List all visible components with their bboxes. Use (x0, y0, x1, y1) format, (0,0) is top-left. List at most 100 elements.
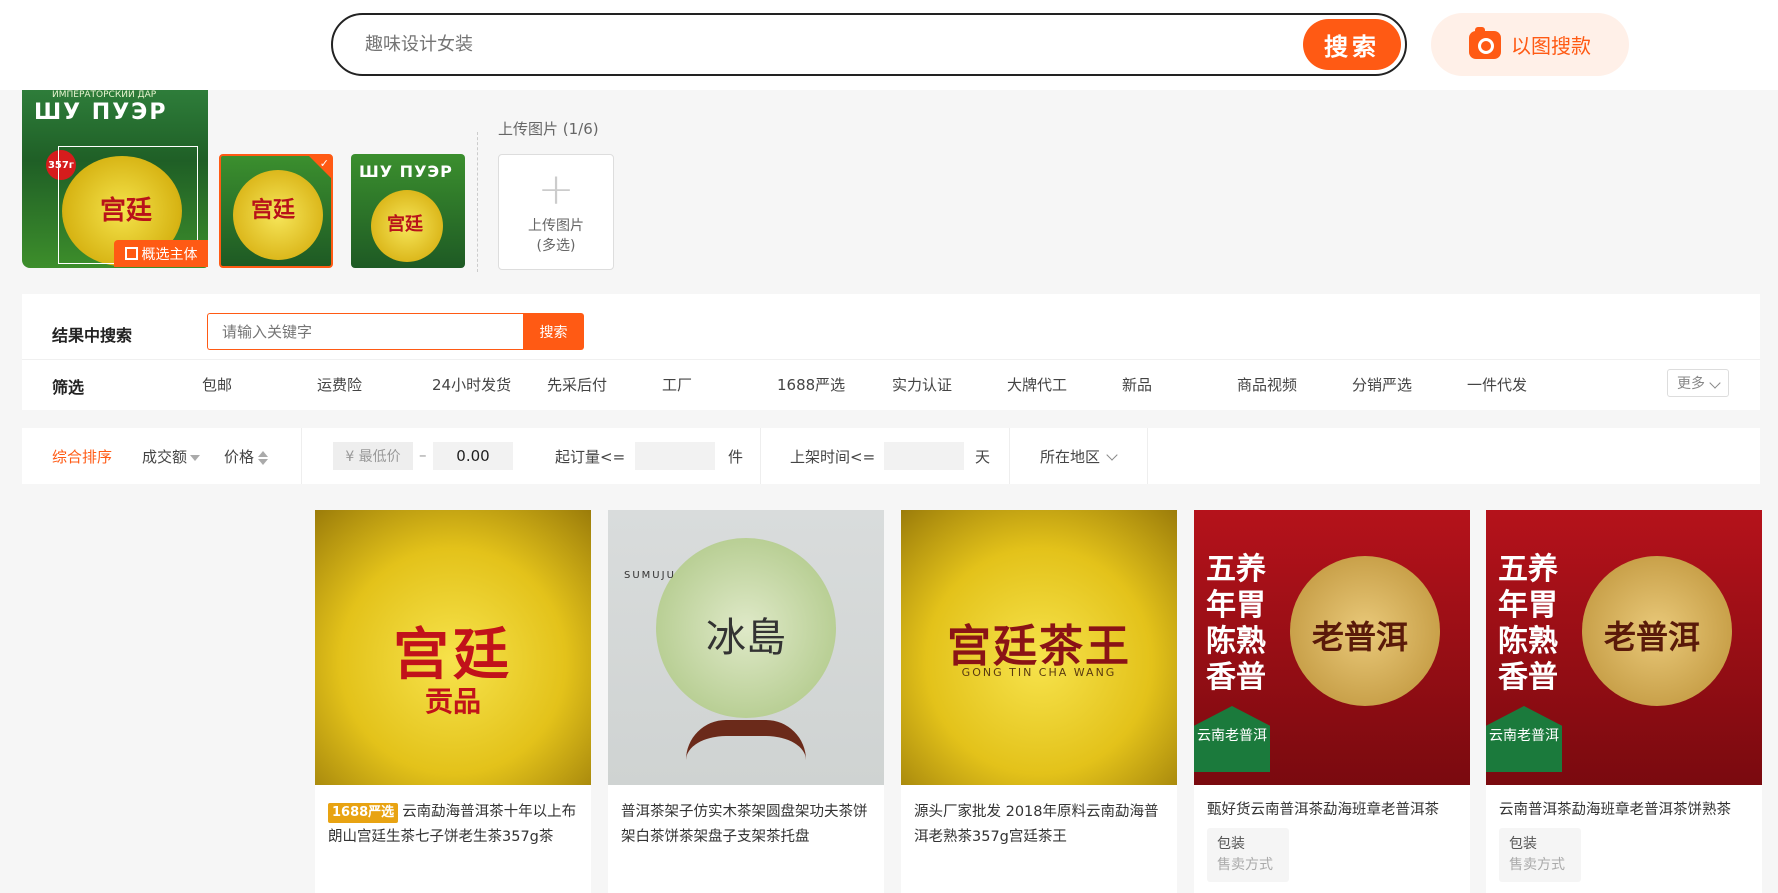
filter-panel: 结果中搜索 搜索 筛选 包邮 运费险 24小时发货 先采后付 工厂 1688严选… (22, 294, 1760, 410)
crop-label: 概选主体 (141, 246, 198, 263)
listed-time-unit: 天 (975, 448, 991, 466)
sort-bar: 综合排序 成交额 价格 ¥ 最低价 – 0.00 起订量<= 件 上架时间<= … (22, 428, 1760, 484)
image-text: 冰島 (706, 615, 786, 661)
product-title[interactable]: 甄好货云南普洱茶勐海班章老普洱茶 (1207, 798, 1459, 823)
product-image[interactable]: 宫廷茶王 GONG TIN CHA WANG (901, 510, 1177, 785)
stand-art (686, 720, 806, 760)
sort-updown-icon (258, 450, 269, 466)
image-subtext: 贡品 (424, 685, 481, 718)
filter-oem[interactable]: 大牌代工 (1007, 374, 1067, 395)
filter-dropship[interactable]: 一件代发 (1467, 374, 1527, 395)
sort-price[interactable]: 价格 (224, 446, 269, 467)
filter-video[interactable]: 商品视频 (1237, 374, 1297, 395)
search-input[interactable] (365, 15, 1245, 74)
region-dropdown[interactable]: 所在地区 (1040, 446, 1118, 467)
product-image[interactable]: 冰島 SUMUJU (608, 510, 884, 785)
filter-buy-now-pay-later[interactable]: 先采后付 (547, 374, 607, 395)
product-title[interactable]: 普洱茶架子仿实木茶架圆盘架功夫茶饼架白茶饼茶架盘子支架茶托盘 (621, 800, 873, 850)
product-image[interactable]: 宫廷 贡品 (315, 510, 591, 785)
product-image[interactable]: 五养年胃陈熟香普 老普洱 云南老普洱 (1194, 510, 1470, 785)
image-slogan: 五养年胃陈熟香普 (1206, 552, 1266, 695)
more-filters-button[interactable]: 更多 (1667, 369, 1729, 397)
filter-distribution[interactable]: 分销严选 (1352, 374, 1412, 395)
camera-icon (1469, 26, 1501, 59)
image-subtext: GONG TIN CHA WANG (961, 666, 1117, 679)
spec-sub: 售卖方式 (1217, 857, 1273, 873)
moq-label: 起订量<= (555, 448, 626, 466)
image-slogan: 五养年胃陈熟香普 (1498, 552, 1558, 695)
filter-freight-insurance[interactable]: 运费险 (317, 374, 362, 395)
upload-count-label: 上传图片 (1/6) (498, 120, 599, 138)
crop-icon (124, 247, 138, 260)
chevron-down-icon (1106, 449, 1118, 461)
product-card[interactable]: 冰島 SUMUJU 普洱茶架子仿实木茶架圆盘架功夫茶饼架白茶饼茶架盘子支架茶托盘 (608, 510, 884, 893)
crop-subject-button[interactable]: 概选主体 (114, 240, 208, 267)
image-text: 老普洱 (1604, 618, 1701, 656)
moq-unit: 件 (728, 448, 744, 466)
product-title[interactable]: 云南普洱茶勐海班章老普洱茶饼熟茶 (1499, 798, 1751, 823)
filter-24h-shipping[interactable]: 24小时发货 (432, 374, 511, 395)
separator (1009, 428, 1010, 484)
filter-free-shipping[interactable]: 包邮 (202, 374, 232, 395)
filter-factory[interactable]: 工厂 (662, 374, 692, 395)
image-text: 宫廷茶王 (947, 621, 1131, 672)
product-title[interactable]: 源头厂家批发 2018年原料云南勐海普洱老熟茶357g宫廷茶王 (914, 800, 1166, 850)
price-dash: – (419, 446, 427, 464)
product-title[interactable]: 1688严选 云南勐海普洱茶十年以上布朗山宫廷生茶七子饼老生茶357g茶 (328, 800, 580, 850)
spec-box[interactable]: 包装 售卖方式 (1207, 828, 1289, 882)
separator (301, 428, 302, 484)
image-text: 宫廷 (393, 623, 513, 688)
filter-label: 筛选 (52, 378, 85, 397)
region-label: 所在地区 (1040, 448, 1101, 466)
image-search-label: 以图搜款 (1511, 34, 1591, 58)
separator (1147, 428, 1148, 484)
price-max-input[interactable]: 0.00 (433, 442, 513, 470)
search-in-results-label: 结果中搜索 (52, 326, 133, 345)
sort-comprehensive[interactable]: 综合排序 (52, 446, 112, 467)
brand-text: SUMUJU (624, 570, 676, 581)
image-small-text: ИМПЕРАТОРСКИЙ ДАР (52, 90, 157, 100)
sort-volume[interactable]: 成交额 (142, 446, 201, 467)
keyword-search-button[interactable]: 搜索 (523, 313, 584, 350)
product-card[interactable]: 宫廷 贡品 1688严选 云南勐海普洱茶十年以上布朗山宫廷生茶七子饼老生茶357g… (315, 510, 591, 893)
cake-text: 宫廷 (251, 198, 296, 223)
separator (760, 428, 761, 484)
price-min-input[interactable]: ¥ 最低价 (333, 442, 413, 470)
filter-certified[interactable]: 实力认证 (892, 374, 952, 395)
1688-select-badge: 1688严选 (328, 803, 399, 823)
image-top-text: ШУ ПУЭР (34, 100, 168, 125)
sort-volume-label: 成交额 (142, 448, 188, 466)
plus-icon: + (537, 164, 575, 215)
region-badge: 云南老普洱 (1486, 706, 1562, 772)
moq-input[interactable] (635, 442, 715, 470)
upload-box-line1: 上传图片 (528, 218, 584, 234)
thumbnail-2[interactable]: ШУ ПУЭР 宫廷 (351, 154, 465, 268)
more-label: 更多 (1677, 376, 1705, 392)
search-button[interactable]: 搜索 (1303, 19, 1401, 70)
listed-time-input[interactable] (884, 442, 964, 470)
search-box: 搜索 (331, 13, 1407, 76)
upload-box-line2: (多选) (536, 238, 576, 254)
product-card[interactable]: 宫廷茶王 GONG TIN CHA WANG 源头厂家批发 2018年原料云南勐… (901, 510, 1177, 893)
upload-image-button[interactable]: + 上传图片 (多选) (498, 154, 614, 270)
listed-time-label: 上架时间<= (790, 448, 876, 466)
product-image[interactable]: 五养年胃陈熟香普 老普洱 云南老普洱 (1486, 510, 1762, 785)
divider (477, 132, 478, 272)
spec-box[interactable]: 包装 售卖方式 (1499, 828, 1581, 882)
image-text: 老普洱 (1312, 618, 1409, 656)
cake-text: 宫廷 (387, 214, 423, 235)
chevron-down-icon (1709, 377, 1721, 389)
keyword-input[interactable] (207, 313, 523, 350)
filter-new[interactable]: 新品 (1122, 374, 1152, 395)
product-card[interactable]: 五养年胃陈熟香普 老普洱 云南老普洱 云南普洱茶勐海班章老普洱茶饼熟茶 包装 售… (1486, 510, 1762, 893)
filter-1688-select[interactable]: 1688严选 (777, 374, 845, 395)
product-card[interactable]: 五养年胃陈熟香普 老普洱 云南老普洱 甄好货云南普洱茶勐海班章老普洱茶 包装 售… (1194, 510, 1470, 893)
spec-sub: 售卖方式 (1509, 857, 1565, 873)
thumbnail-1[interactable]: 宫廷 ✓ (219, 154, 333, 268)
thumb-text: ШУ ПУЭР (359, 162, 453, 181)
spec-label: 包装 (1509, 836, 1537, 852)
separator (22, 359, 1760, 360)
sort-price-label: 价格 (224, 448, 255, 466)
image-search-button[interactable]: 以图搜款 (1431, 13, 1629, 76)
header: 搜索 以图搜款 (0, 0, 1778, 90)
